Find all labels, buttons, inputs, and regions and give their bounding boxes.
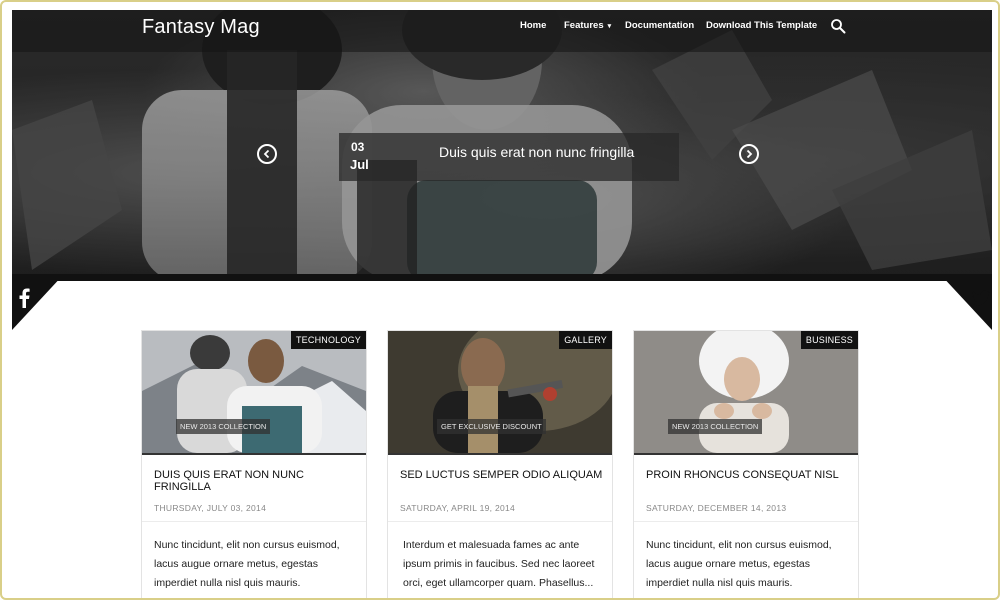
post-date: THURSDAY, JULY 03, 2014: [154, 503, 267, 513]
image-ribbon: GET EXCLUSIVE DISCOUNT: [437, 419, 546, 434]
hero-slider: Fantasy Mag Home Features ▾ Documentation…: [12, 10, 992, 282]
page-frame: Fantasy Mag Home Features ▾ Documentation…: [0, 0, 1000, 600]
chevron-down-icon: ▾: [607, 23, 612, 30]
post-excerpt: Interdum et malesuada fames ac ante ipsu…: [403, 539, 595, 589]
category-tag[interactable]: GALLERY: [559, 331, 612, 349]
divider-strip: [12, 274, 992, 281]
chevron-left-icon: [263, 149, 270, 159]
card-divider: [388, 521, 612, 522]
card-divider: [634, 521, 858, 522]
image-ribbon: NEW 2013 COLLECTION: [176, 419, 271, 434]
caption-title[interactable]: Duis quis erat non nunc fringilla: [439, 144, 634, 160]
post-thumbnail[interactable]: BUSINESS NEW 2013 COLLECTION: [634, 331, 858, 455]
thumbnail-image: [634, 331, 858, 453]
image-ribbon: NEW 2013 COLLECTION: [668, 419, 763, 434]
post-title[interactable]: SED LUCTUS SEMPER ODIO ALIQUAM: [400, 469, 605, 481]
post-excerpt: Nunc tincidunt, elit non cursus euismod,…: [646, 539, 832, 589]
post-title[interactable]: DUIS QUIS ERAT NON NUNC FRINGILLA: [154, 469, 359, 493]
slider-prev-button[interactable]: [257, 144, 277, 164]
search-icon[interactable]: [830, 18, 846, 34]
post-card[interactable]: TECHNOLOGY NEW 2013 COLLECTION DUIS QUIS…: [141, 330, 367, 598]
post-date: SATURDAY, APRIL 19, 2014: [400, 503, 516, 513]
caption-month: Jul: [350, 157, 369, 172]
nav-home[interactable]: Home: [520, 20, 546, 31]
card-divider: [142, 521, 366, 522]
chevron-right-icon: [746, 149, 753, 159]
slider-next-button[interactable]: [739, 144, 759, 164]
post-title[interactable]: PROIN RHONCUS CONSEQUAT NISL: [646, 469, 851, 481]
category-tag[interactable]: BUSINESS: [800, 331, 858, 349]
top-navbar: Fantasy Mag Home Features ▾ Documentation…: [12, 10, 992, 52]
post-card[interactable]: BUSINESS NEW 2013 COLLECTION PROIN RHONC…: [633, 330, 859, 598]
caption-day: 03: [351, 140, 365, 154]
post-card[interactable]: GALLERY GET EXCLUSIVE DISCOUNT SED LUCTU…: [387, 330, 613, 598]
slider-caption[interactable]: 03 Jul Duis quis erat non nunc fringilla: [339, 133, 679, 181]
thumbnail-image: [142, 331, 366, 453]
post-excerpt: Nunc tincidunt, elit non cursus euismod,…: [154, 539, 340, 589]
nav-documentation[interactable]: Documentation: [625, 20, 694, 31]
post-thumbnail[interactable]: GALLERY GET EXCLUSIVE DISCOUNT: [388, 331, 612, 455]
nav-features[interactable]: Features ▾: [564, 20, 611, 31]
nav-download-template[interactable]: Download This Template: [706, 20, 817, 31]
thumbnail-image: [388, 331, 612, 453]
facebook-icon[interactable]: [17, 288, 31, 308]
twitter-icon[interactable]: [972, 290, 990, 306]
nav-features-label: Features: [564, 20, 604, 31]
site-title[interactable]: Fantasy Mag: [142, 16, 260, 39]
post-date: SATURDAY, DECEMBER 14, 2013: [646, 503, 787, 513]
category-tag[interactable]: TECHNOLOGY: [290, 331, 366, 349]
post-thumbnail[interactable]: TECHNOLOGY NEW 2013 COLLECTION: [142, 331, 366, 455]
